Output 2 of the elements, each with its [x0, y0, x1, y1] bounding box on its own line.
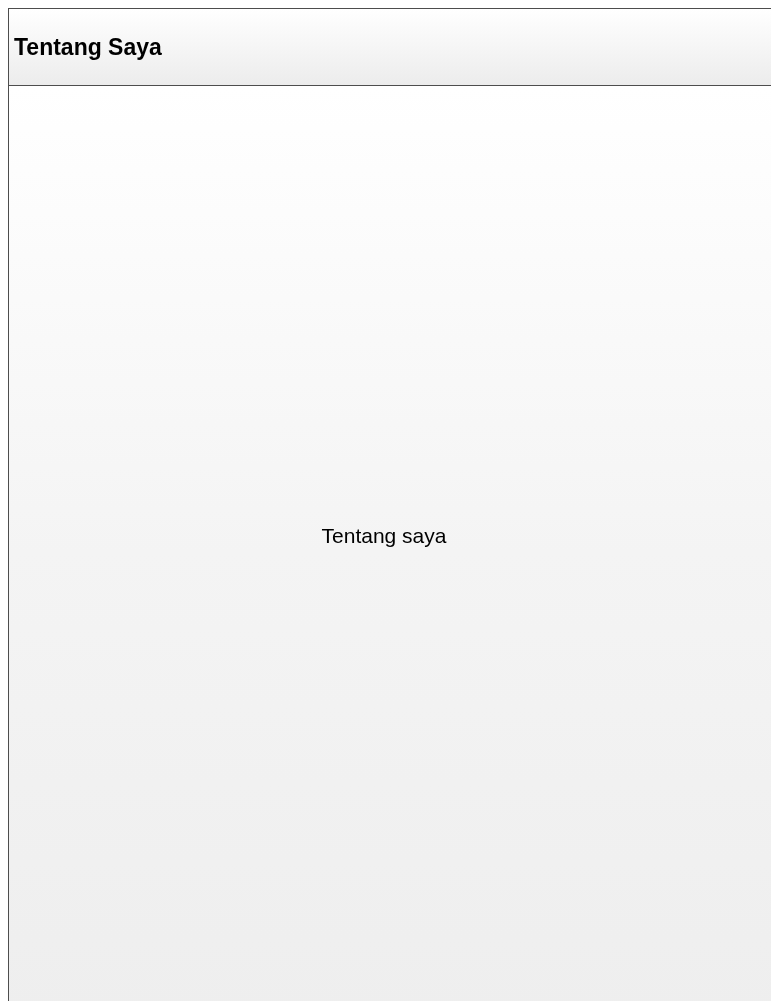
page-title: Tentang Saya	[14, 33, 162, 61]
content-text: Tentang saya	[321, 524, 447, 548]
